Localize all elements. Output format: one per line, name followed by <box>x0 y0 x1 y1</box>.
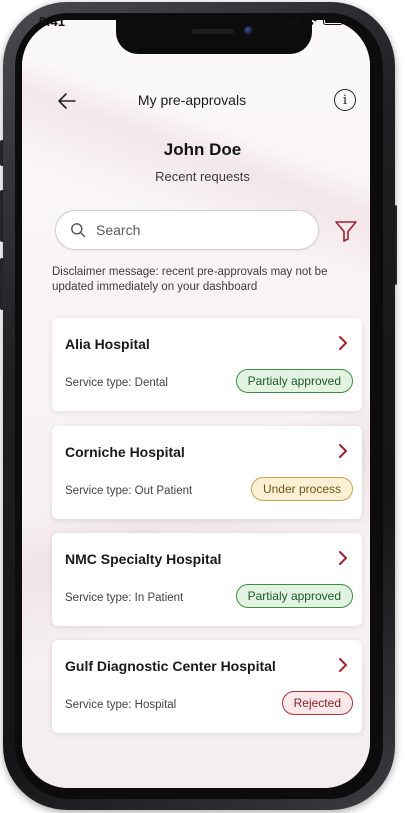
speaker <box>192 29 234 34</box>
service-type: Service type: Hospital <box>65 699 177 711</box>
request-card[interactable]: Gulf Diagnostic Center Hospital Service … <box>52 640 362 733</box>
info-icon[interactable]: i <box>334 89 356 111</box>
front-camera <box>244 26 253 35</box>
notch <box>116 20 312 54</box>
disclaimer-text: Disclaimer message: recent pre-approvals… <box>52 266 328 293</box>
page-title: My pre-approvals <box>137 92 247 108</box>
search-box[interactable] <box>55 210 319 250</box>
chevron-right-icon[interactable] <box>336 550 350 566</box>
request-card[interactable]: Corniche Hospital Service type: Out Pati… <box>52 426 362 519</box>
info-glyph: i <box>342 92 348 108</box>
hospital-name: Alia Hospital <box>65 336 150 352</box>
chevron-right-icon[interactable] <box>336 443 350 459</box>
status-time: 9:41 <box>39 14 66 29</box>
request-card[interactable]: Alia Hospital Service type: Dental Parti… <box>52 318 362 411</box>
wifi-icon <box>305 15 319 25</box>
hospital-name: Corniche Hospital <box>65 444 185 460</box>
section-subtitle: Recent requests <box>155 169 250 184</box>
signal-icon <box>288 15 301 25</box>
status-badge: Partialy approved <box>235 369 353 393</box>
request-card[interactable]: NMC Specialty Hospital Service type: In … <box>52 533 362 626</box>
stage: 9:41 My pre-approvals i John Doe Recent … <box>0 0 405 813</box>
status-icons <box>288 15 345 25</box>
service-type: Service type: Out Patient <box>65 485 193 497</box>
user-name: John Doe <box>163 140 242 159</box>
search-icon <box>71 223 86 238</box>
hospital-name: NMC Specialty Hospital <box>65 551 222 567</box>
back-arrow-icon[interactable] <box>56 90 78 112</box>
chevron-right-icon[interactable] <box>336 335 350 351</box>
service-type: Service type: In Patient <box>65 592 184 604</box>
status-badge: Under process <box>250 477 353 501</box>
hospital-name: Gulf Diagnostic Center Hospital <box>65 658 276 674</box>
status-badge: Rejected <box>281 691 353 715</box>
search-input[interactable] <box>94 221 298 239</box>
service-type: Service type: Dental <box>65 377 168 389</box>
filter-icon[interactable] <box>334 219 358 243</box>
status-badge: Partialy approved <box>235 584 353 608</box>
battery-icon <box>323 15 345 25</box>
chevron-right-icon[interactable] <box>336 657 350 673</box>
